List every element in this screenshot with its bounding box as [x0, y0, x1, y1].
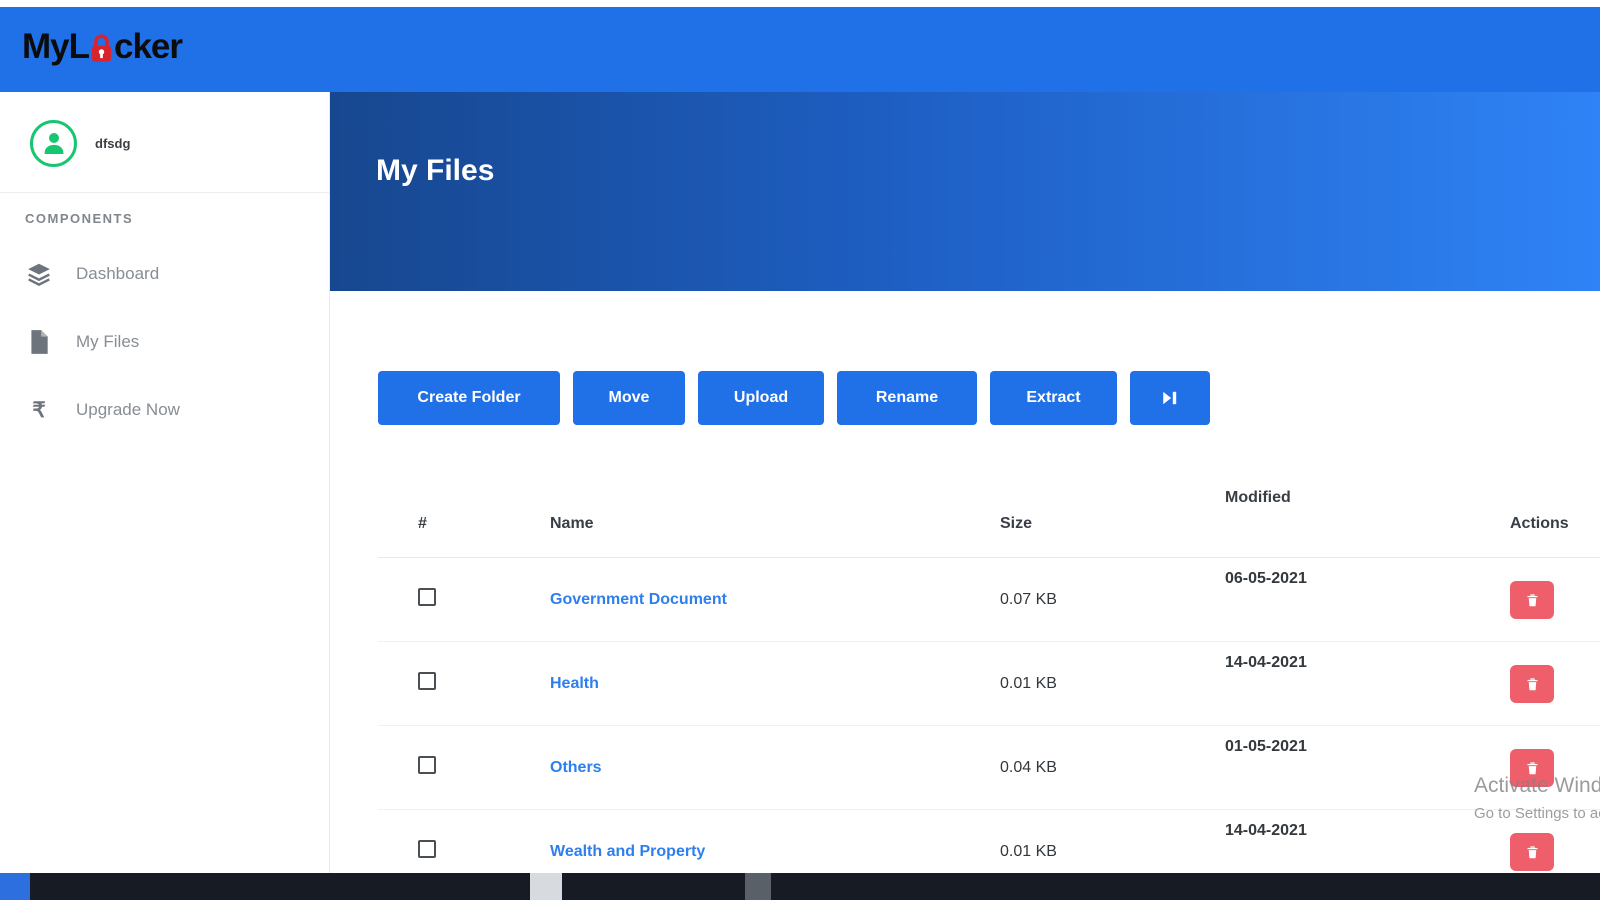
logo-text-2: cker: [114, 27, 183, 66]
activation-watermark-line1: Activate Windows: [1474, 774, 1600, 797]
taskbar-gray-segment: [745, 873, 771, 900]
file-size: 0.01 KB: [1000, 674, 1057, 692]
move-button[interactable]: Move: [573, 371, 685, 425]
file-modified-date: 14-04-2021: [1225, 822, 1307, 839]
file-name-link[interactable]: Wealth and Property: [550, 843, 705, 860]
sidebar-item-label: My Files: [76, 332, 140, 351]
rupee-icon: ₹: [32, 398, 46, 422]
file-name-link[interactable]: Others: [550, 759, 602, 776]
table-row: Others 0.04 KB 01-05-2021: [378, 726, 1600, 810]
file-name-link[interactable]: Health: [550, 675, 599, 692]
sidebar-item-my-files[interactable]: My Files: [0, 308, 329, 376]
column-header-actions: Actions: [1510, 515, 1569, 532]
delete-button[interactable]: [1510, 580, 1554, 619]
create-folder-button[interactable]: Create Folder: [378, 371, 560, 425]
sidebar-item-label: Upgrade Now: [76, 400, 180, 419]
trash-icon: [1527, 593, 1537, 606]
sidebar-item-dashboard[interactable]: Dashboard: [0, 240, 329, 308]
sidebar: dfsdg COMPONENTS Dashboard My Files ₹ Up…: [0, 92, 330, 873]
delete-button[interactable]: [1510, 664, 1554, 703]
extract-button[interactable]: Extract: [990, 371, 1117, 425]
topbar: MyL cker: [0, 7, 1600, 92]
table-row: Health 0.01 KB 14-04-2021: [378, 642, 1600, 726]
lock-icon: [91, 34, 112, 62]
skip-forward-icon: [1163, 391, 1177, 405]
sidebar-item-label: Dashboard: [76, 264, 160, 283]
user-profile[interactable]: dfsdg: [0, 92, 329, 170]
file-size: 0.04 KB: [1000, 758, 1057, 776]
column-header-size: Size: [1000, 515, 1033, 532]
delete-button[interactable]: [1510, 832, 1554, 871]
taskbar-blue-segment: [0, 873, 30, 900]
skip-icon-button[interactable]: [1130, 371, 1210, 425]
logo-text-1: MyL: [22, 27, 90, 66]
table-header-row: # Name Size Modified Actions: [378, 468, 1600, 558]
column-header-name: Name: [550, 515, 594, 532]
avatar: [30, 119, 77, 167]
upload-button[interactable]: Upload: [698, 371, 824, 425]
table-row: Government Document 0.07 KB 06-05-2021: [378, 558, 1600, 642]
file-modified-date: 14-04-2021: [1225, 654, 1307, 671]
row-checkbox[interactable]: [418, 672, 436, 690]
activation-watermark-line2: Go to Settings to activate Windows.: [1474, 805, 1600, 822]
file-size: 0.07 KB: [1000, 590, 1057, 608]
taskbar-light-segment: [530, 873, 562, 900]
row-checkbox[interactable]: [418, 756, 436, 774]
app-logo: MyL cker: [22, 27, 183, 67]
files-table: # Name Size Modified Actions Government …: [378, 468, 1600, 894]
sidebar-item-upgrade-now[interactable]: ₹ Upgrade Now: [0, 376, 329, 444]
layers-icon: [26, 261, 52, 287]
trash-icon: [1527, 845, 1537, 858]
file-size: 0.01 KB: [1000, 842, 1057, 860]
person-icon: [44, 133, 63, 154]
row-checkbox[interactable]: [418, 588, 436, 606]
rename-button[interactable]: Rename: [837, 371, 977, 425]
trash-icon: [1527, 677, 1537, 690]
components-section-label: COMPONENTS: [25, 211, 134, 226]
page-title: My Files: [376, 154, 495, 187]
column-header-modified: Modified: [1225, 489, 1291, 506]
file-modified-date: 01-05-2021: [1225, 738, 1307, 755]
file-modified-date: 06-05-2021: [1225, 570, 1307, 587]
username: dfsdg: [95, 135, 131, 151]
sidebar-nav: Dashboard My Files ₹ Upgrade Now: [0, 240, 329, 444]
taskbar[interactable]: [0, 873, 1600, 900]
page-header-banner: My Files: [330, 92, 1600, 291]
activation-watermark: Activate Windows Go to Settings to activ…: [1474, 774, 1600, 822]
row-checkbox[interactable]: [418, 840, 436, 858]
file-toolbar: Create Folder Move Upload Rename Extract: [378, 371, 1210, 425]
file-icon: [26, 329, 52, 355]
file-name-link[interactable]: Government Document: [550, 591, 727, 608]
column-header-index: #: [418, 515, 427, 532]
